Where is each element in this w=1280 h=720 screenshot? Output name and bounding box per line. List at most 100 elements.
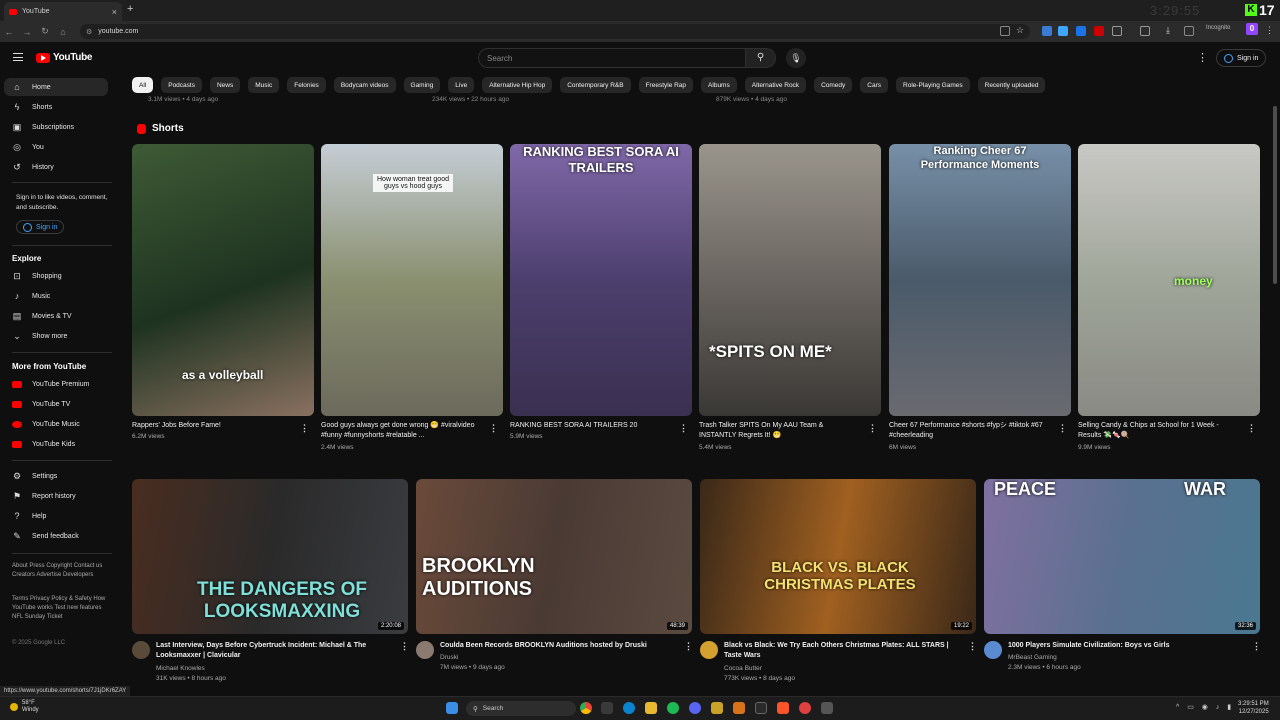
channel-name[interactable]: Cocoa Butter (724, 665, 762, 672)
channel-name[interactable]: MrBeast Gaming (1008, 654, 1057, 661)
short-menu-icon[interactable]: ⋮ (1247, 423, 1256, 434)
sidebar-item-help[interactable]: ? Help (4, 507, 108, 525)
short-menu-icon[interactable]: ⋮ (489, 423, 498, 434)
sidebar-item-feedback[interactable]: ✎ Send feedback (4, 527, 108, 545)
sidebar-item-kids[interactable]: YouTube Kids (4, 435, 108, 453)
reload-icon[interactable]: ↻ (36, 26, 54, 37)
short-title[interactable]: RANKING BEST SORA AI TRAILERS 20 (510, 421, 670, 431)
short-title[interactable]: Trash Talker SPITS On My AAU Team & INST… (699, 421, 859, 441)
sidebar-item-history[interactable]: ↺ History (4, 158, 108, 176)
browser-menu-icon[interactable]: ⋮ (1265, 25, 1275, 35)
discord-icon[interactable] (689, 702, 701, 714)
filter-chip[interactable]: Gaming (403, 77, 441, 93)
short-title[interactable]: Rappers' Jobs Before Fame! (132, 421, 292, 431)
sidebar-sign-in-button[interactable]: Sign in (16, 220, 65, 234)
sign-in-button[interactable]: Sign in (1216, 49, 1267, 67)
site-info-icon[interactable]: ⚙ (86, 28, 92, 36)
filter-chip[interactable]: All (132, 77, 154, 93)
bookmark-star-icon[interactable]: ☆ (1016, 25, 1026, 35)
side-panel-icon[interactable] (1140, 26, 1150, 36)
terminal-icon[interactable] (755, 702, 767, 714)
video-menu-icon[interactable]: ⋮ (400, 641, 409, 652)
page-scrollbar[interactable] (1273, 106, 1277, 284)
channel-name[interactable]: Michael Knowles (156, 665, 205, 672)
video-menu-icon[interactable]: ⋮ (684, 641, 693, 652)
filter-chip[interactable]: Freestyle Rap (638, 77, 694, 93)
short-title[interactable]: Good guys always get done wrong 😁 #viral… (321, 421, 481, 441)
video-menu-icon[interactable]: ⋮ (1252, 641, 1261, 652)
short-thumbnail[interactable]: money (1078, 144, 1260, 416)
sidebar-item-home[interactable]: ⌂ Home (4, 78, 108, 96)
chrome-icon[interactable] (580, 702, 592, 714)
sidebar-item-report-history[interactable]: ⚑ Report history (4, 487, 108, 505)
short-title[interactable]: Cheer 67 Performance #shorts #fypシ #tikt… (889, 421, 1049, 441)
sidebar-item-shopping[interactable]: ⊡ Shopping (4, 267, 108, 285)
video-title[interactable]: Coulda Been Records BROOKLYN Auditions h… (440, 641, 676, 651)
app-icon[interactable] (733, 702, 745, 714)
sidebar-item-music-app[interactable]: YouTube Music (4, 415, 108, 433)
filter-chip[interactable]: News (209, 77, 241, 93)
system-tray-icons[interactable]: ^ ▭ ◉ ♪ ▮ (1176, 703, 1234, 711)
channel-avatar[interactable] (416, 641, 434, 659)
app-icon[interactable] (799, 702, 811, 714)
short-thumbnail[interactable]: *SPITS ON ME* (699, 144, 881, 416)
footer-links-secondary[interactable]: Terms Privacy Policy & Safety How YouTub… (12, 595, 112, 622)
weather-widget[interactable]: 58°F Windy (10, 700, 39, 714)
short-thumbnail[interactable]: How woman treat good guys vs hood guys (321, 144, 503, 416)
windows-start-icon[interactable] (446, 702, 458, 714)
short-thumbnail[interactable]: RANKING BEST SORA AI TRAILERS (510, 144, 692, 416)
youtube-logo[interactable]: YouTube (36, 52, 93, 63)
spotify-icon[interactable] (667, 702, 679, 714)
extension-icon[interactable] (1076, 26, 1086, 36)
filter-chip[interactable]: Role-Playing Games (896, 77, 970, 93)
home-page-icon[interactable]: ⌂ (54, 27, 72, 37)
filter-chip[interactable]: Podcasts (161, 77, 202, 93)
short-menu-icon[interactable]: ⋮ (1058, 423, 1067, 434)
address-bar[interactable]: ⚙ youtube.com (80, 24, 1030, 39)
edge-icon[interactable] (623, 702, 635, 714)
video-thumbnail[interactable]: PEACE WAR 32:36 (984, 479, 1260, 634)
channel-name[interactable]: Druski (440, 654, 458, 661)
short-menu-icon[interactable]: ⋮ (679, 423, 688, 434)
filter-chip[interactable]: Felonies (287, 77, 326, 93)
filter-chip[interactable]: Comedy (814, 77, 853, 93)
tab-close-icon[interactable]: × (112, 7, 117, 17)
file-explorer-icon[interactable] (645, 702, 657, 714)
channel-avatar[interactable] (700, 641, 718, 659)
filter-chip[interactable]: Albums (701, 77, 737, 93)
video-title[interactable]: 1000 Players Simulate Civilization: Boys… (1008, 641, 1244, 651)
channel-avatar[interactable] (132, 641, 150, 659)
video-thumbnail[interactable]: THE DANGERS OF LOOKSMAXXING 2:20:08 (132, 479, 408, 634)
sidebar-item-show-more[interactable]: ⌄ Show more (4, 327, 108, 345)
filter-chip[interactable]: Alternative Rock (744, 77, 807, 93)
sidebar-item-subscriptions[interactable]: ▣ Subscriptions (4, 118, 108, 136)
sidebar-item-music[interactable]: ♪ Music (4, 287, 108, 305)
sidebar-item-tv[interactable]: YouTube TV (4, 395, 108, 413)
extensions-puzzle-icon[interactable] (1112, 26, 1122, 36)
sidebar-item-shorts[interactable]: ϟ Shorts (4, 98, 108, 116)
extension-icon[interactable] (1058, 26, 1068, 36)
video-thumbnail[interactable]: BLACK VS. BLACK CHRISTMAS PLATES 19:22 (700, 479, 976, 634)
short-menu-icon[interactable]: ⋮ (300, 423, 309, 434)
filter-chip[interactable]: Alternative Hip Hop (482, 77, 553, 93)
sidebar-item-movies[interactable]: ▤ Movies & TV (4, 307, 108, 325)
filter-chip[interactable]: Contemporary R&B (560, 77, 631, 93)
hamburger-menu-icon[interactable] (13, 53, 23, 61)
eye-off-icon[interactable] (1000, 26, 1010, 36)
filter-chip[interactable]: Recently uploaded (977, 77, 1046, 93)
video-menu-icon[interactable]: ⋮ (968, 641, 977, 652)
new-tab-button[interactable]: + (127, 3, 133, 15)
sidebar-item-premium[interactable]: YouTube Premium (4, 375, 108, 393)
sidebar-item-settings[interactable]: ⚙ Settings (4, 467, 108, 485)
incognito-label[interactable]: Incognito (1206, 25, 1230, 31)
brave-icon[interactable] (777, 702, 789, 714)
extension-icon[interactable] (1094, 26, 1104, 36)
taskbar-clock[interactable]: 3:29:51 PM 12/27/2025 (1238, 700, 1269, 716)
sidebar-item-you[interactable]: ◎ You (4, 138, 108, 156)
filter-chip[interactable]: Bodycam videos (333, 77, 396, 93)
search-button[interactable]: ⚲ (746, 48, 776, 68)
filter-chip[interactable]: Music (248, 77, 280, 93)
search-input[interactable]: Search (478, 48, 746, 68)
filter-chip[interactable]: Live (448, 77, 475, 93)
short-thumbnail[interactable]: Ranking Cheer 67 Performance Moments (889, 144, 1071, 416)
